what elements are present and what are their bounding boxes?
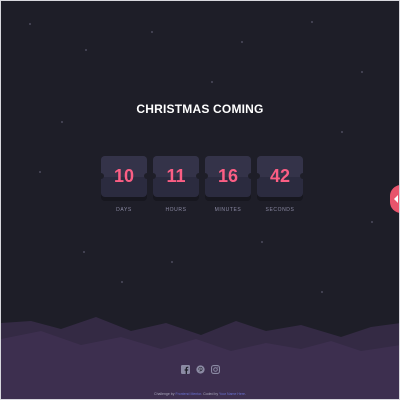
countdown-days-label: DAYS [116,207,132,213]
side-tab-button[interactable] [390,185,399,213]
countdown-card: 42 [257,156,303,197]
star [39,171,41,173]
countdown-days: 10 DAYS [101,156,147,213]
star [321,291,323,293]
attribution-middle: . Coded by [201,392,219,396]
countdown-timer: 10 DAYS 11 HOURS 16 MINUTES 42 SECONDS [101,156,303,216]
star [61,121,63,123]
star [371,221,373,223]
star [311,21,313,23]
star [361,71,363,73]
star [341,131,343,133]
page-title: CHRISTMAS COMING [136,102,264,116]
star [85,49,87,51]
countdown-card: 10 [101,156,147,197]
attribution-prefix: Challenge by [154,392,175,396]
countdown-seconds: 42 SECONDS [257,156,303,213]
hills-background [1,317,399,399]
author-link[interactable]: Your Name Here [219,392,245,396]
facebook-icon[interactable] [180,365,190,374]
countdown-card: 11 [153,156,199,197]
chevron-left-icon [394,195,398,203]
star [211,81,213,83]
star [29,23,31,25]
star [261,241,263,243]
countdown-hours-label: HOURS [165,207,187,213]
star [151,31,153,33]
countdown-minutes: 16 MINUTES [205,156,251,213]
instagram-icon[interactable] [210,365,220,374]
attribution-suffix: . [244,392,246,396]
countdown-minutes-label: MINUTES [214,207,242,213]
social-links [1,365,399,374]
countdown-card: 16 [205,156,251,197]
countdown-days-value: 10 [113,166,135,186]
star [83,251,85,253]
countdown-seconds-value: 42 [269,166,291,186]
countdown-hours: 11 HOURS [153,156,199,213]
countdown-seconds-label: SECONDS [265,207,295,213]
countdown-hours-value: 11 [166,166,186,186]
star [171,261,173,263]
pinterest-icon[interactable] [195,365,205,374]
attribution: Challenge by Frontend Mentor. Coded by Y… [1,392,399,396]
countdown-minutes-value: 16 [217,166,239,186]
star [121,281,123,283]
star [241,41,243,43]
page-frame: CHRISTMAS COMING 10 DAYS 11 HOURS 16 MIN… [0,0,400,400]
challenge-link[interactable]: Frontend Mentor [175,392,201,396]
